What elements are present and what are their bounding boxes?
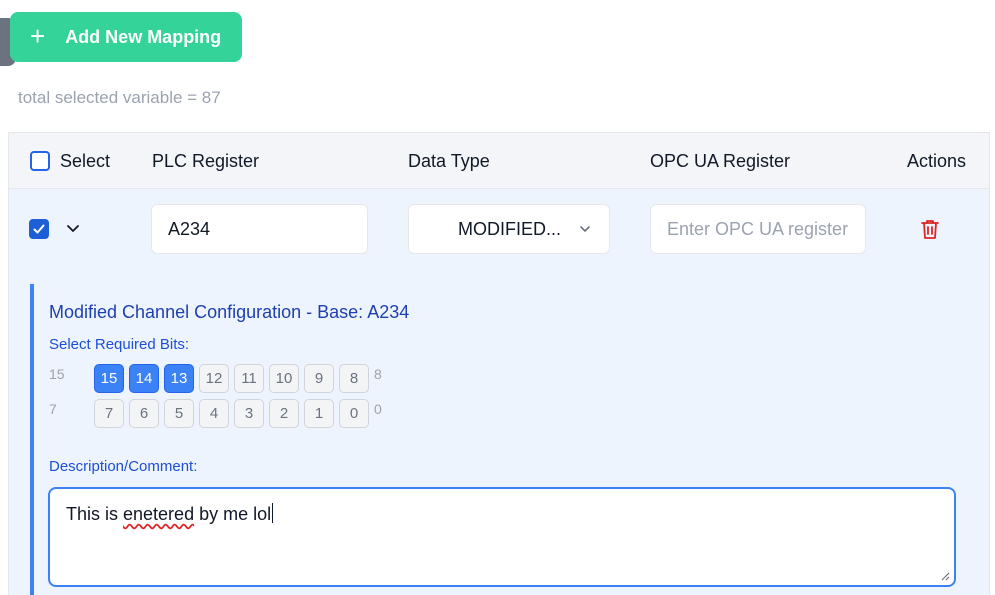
bit-button[interactable]: 2 [269,399,299,428]
header-data-type: Data Type [408,151,490,171]
config-title: Modified Channel Configuration - Base: A… [49,302,410,322]
misspelled-word: enetered [123,504,195,524]
bits-label: Select Required Bits: [49,336,190,353]
header-opc-ua-register: OPC UA Register [650,151,791,171]
bit-button[interactable]: 3 [234,399,264,428]
bit-button[interactable]: 10 [269,364,299,393]
total-selected-text: total selected variable = 87 [18,88,221,107]
chevron-down-icon[interactable] [66,223,80,235]
bit-row-low-end: 0 [374,401,382,417]
bit-button[interactable]: 4 [199,399,229,428]
description-textarea[interactable]: This is enetered by me lol [48,487,956,587]
description-text-end: by me lol [194,504,272,524]
chevron-down-icon [580,226,590,232]
opc-ua-register-placeholder: Enter OPC UA register [667,218,849,239]
header-actions: Actions [907,151,967,171]
bit-button[interactable]: 8 [339,364,369,393]
description-text-start: This is [66,504,124,524]
plc-register-value: A234 [168,218,211,239]
select-all-checkbox[interactable] [30,151,50,171]
bit-row-low-start: 7 [49,401,57,417]
bit-row-high-start: 15 [49,366,65,382]
bit-button[interactable]: 15 [94,364,124,393]
description-label: Description/Comment: [49,458,198,475]
bit-button[interactable]: 14 [129,364,159,393]
bit-button[interactable]: 7 [94,399,124,428]
bit-row-high-end: 8 [374,366,382,382]
add-new-mapping-button[interactable]: + Add New Mapping [10,12,242,62]
bit-button[interactable]: 11 [234,364,264,393]
bit-button[interactable]: 12 [199,364,229,393]
bit-button[interactable]: 13 [164,364,194,393]
table-header: Select PLC Register Data Type OPC UA Reg… [9,133,989,189]
bit-button[interactable]: 5 [164,399,194,428]
add-new-mapping-label: Add New Mapping [65,26,222,47]
resize-handle-icon[interactable] [940,571,950,581]
plus-icon: + [30,21,46,51]
bit-button[interactable]: 6 [129,399,159,428]
text-caret [272,503,274,523]
bit-button[interactable]: 9 [304,364,334,393]
bit-button[interactable]: 1 [304,399,334,428]
row-checkbox[interactable] [29,219,49,239]
opc-ua-register-input[interactable]: Enter OPC UA register [650,204,866,254]
data-type-select[interactable]: MODIFIED... [408,204,610,254]
header-select: Select [60,151,111,171]
data-type-value: MODIFIED... [458,218,561,239]
header-plc-register: PLC Register [152,151,260,171]
trash-icon[interactable] [920,218,940,240]
plc-register-input[interactable]: A234 [151,204,368,254]
bit-button[interactable]: 0 [339,399,369,428]
